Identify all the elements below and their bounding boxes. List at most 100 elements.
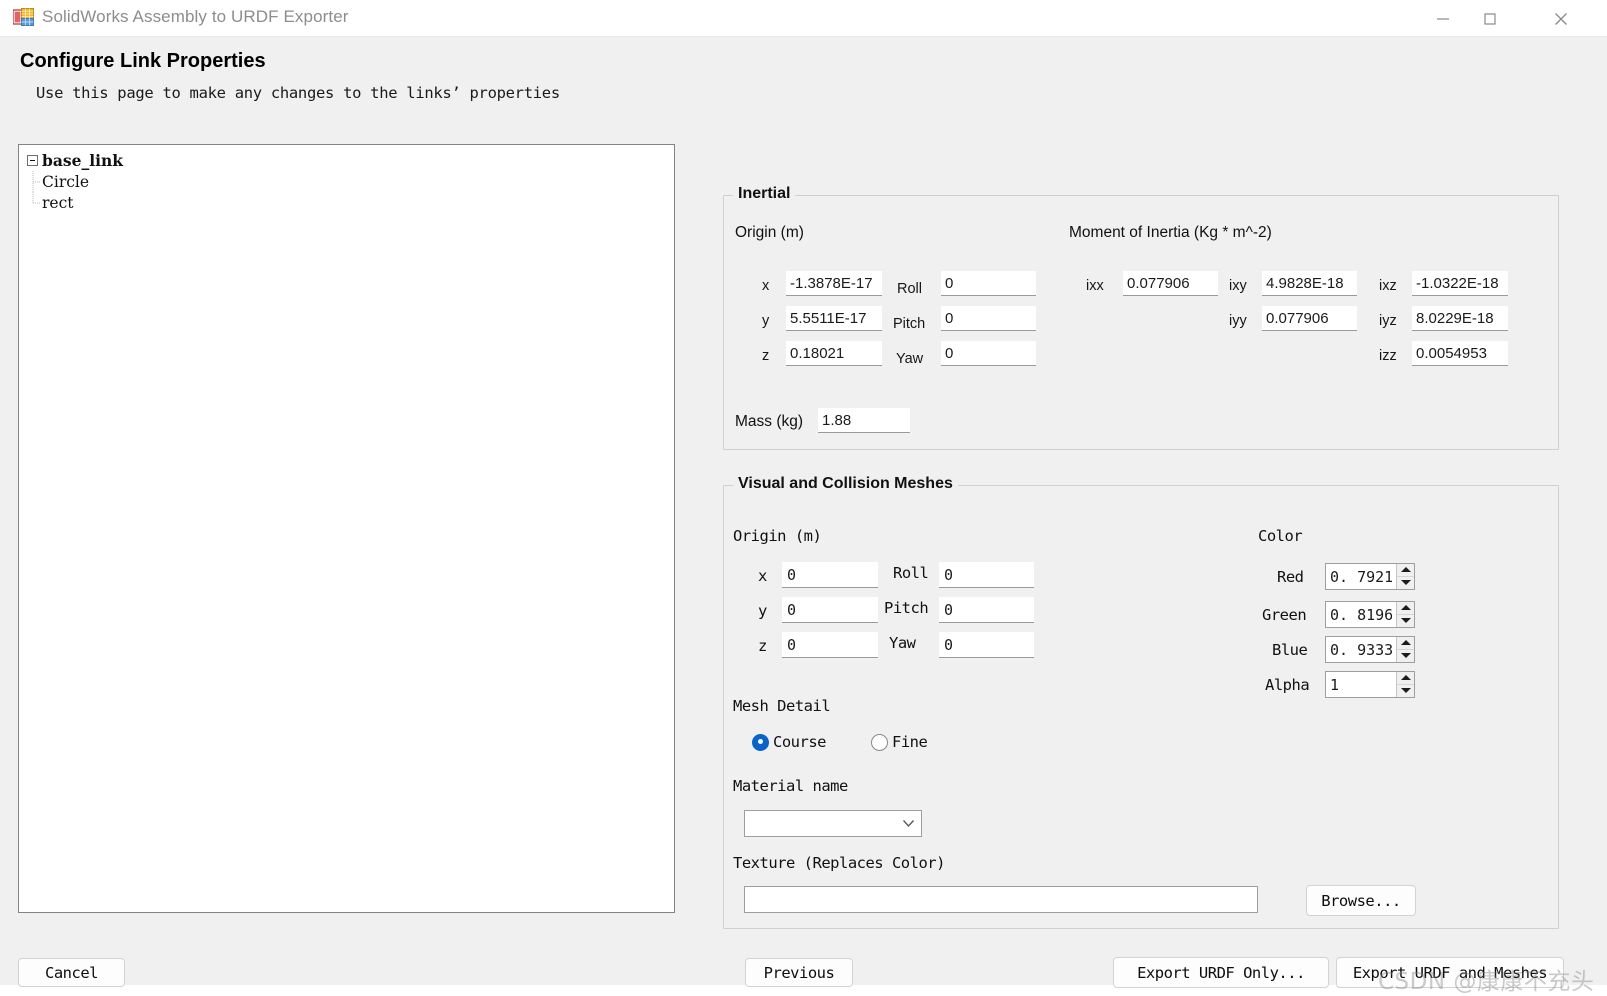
- ixz-input[interactable]: [1412, 271, 1508, 296]
- radio-unselected-icon[interactable]: [871, 733, 888, 751]
- tree-branch-icon: [32, 171, 41, 192]
- mesh-detail-label: Mesh Detail: [733, 697, 831, 715]
- material-name-label: Material name: [733, 777, 848, 795]
- green-label: Green: [1262, 606, 1307, 624]
- izz-label: izz: [1379, 348, 1397, 364]
- previous-button[interactable]: Previous: [745, 958, 853, 987]
- chevron-up-icon: [1400, 675, 1411, 681]
- inertial-pitch-input[interactable]: [941, 306, 1036, 331]
- inertial-origin-label: Origin (m): [735, 224, 804, 241]
- red-spinner-up-button[interactable]: [1397, 564, 1414, 577]
- inertial-x-input[interactable]: [786, 271, 882, 296]
- mesh-detail-course-label: Course: [773, 733, 827, 751]
- mesh-roll-input[interactable]: [939, 562, 1034, 588]
- solidworks-app-icon: [12, 8, 34, 28]
- window-title-text: SolidWorks Assembly to URDF Exporter: [42, 7, 349, 26]
- tree-item-label: rect: [42, 193, 74, 212]
- chevron-down-icon: [1400, 580, 1411, 586]
- mesh-y-label: y: [758, 602, 767, 620]
- alpha-spinner[interactable]: [1325, 671, 1415, 698]
- green-spinner-down-button[interactable]: [1397, 615, 1414, 628]
- minimize-icon: [1437, 17, 1449, 20]
- mass-input[interactable]: [818, 408, 910, 433]
- mesh-detail-radio-course[interactable]: Course: [752, 733, 827, 751]
- close-button[interactable]: [1537, 0, 1585, 37]
- tree-item-base-link[interactable]: base_link: [27, 150, 123, 171]
- green-spinner[interactable]: [1325, 601, 1415, 628]
- mesh-origin-label: Origin (m): [733, 527, 822, 545]
- minimize-button[interactable]: [1419, 0, 1467, 37]
- window-title-bar: SolidWorks Assembly to URDF Exporter: [0, 0, 1607, 37]
- chevron-down-icon: [1400, 688, 1411, 694]
- red-input[interactable]: [1326, 564, 1396, 589]
- blue-spinner-up-button[interactable]: [1397, 637, 1414, 650]
- meshes-group-title: Visual and Collision Meshes: [733, 475, 958, 493]
- inertial-y-label: y: [762, 313, 770, 329]
- inertial-pitch-label: Pitch: [893, 316, 926, 332]
- iyz-input[interactable]: [1412, 306, 1508, 331]
- radio-selected-icon[interactable]: [752, 733, 769, 751]
- blue-input[interactable]: [1326, 637, 1396, 662]
- alpha-input[interactable]: [1326, 672, 1396, 697]
- mesh-detail-radio-fine[interactable]: Fine: [871, 733, 928, 751]
- iyy-label: iyy: [1229, 313, 1247, 329]
- alpha-label: Alpha: [1265, 676, 1310, 694]
- texture-path-input[interactable]: [744, 886, 1258, 913]
- ixx-input[interactable]: [1123, 271, 1218, 296]
- inertial-yaw-label: Yaw: [896, 351, 924, 367]
- blue-spinner[interactable]: [1325, 636, 1415, 663]
- red-spinner[interactable]: [1325, 563, 1415, 590]
- tree-item-rect[interactable]: rect: [27, 192, 123, 213]
- mesh-z-input[interactable]: [782, 632, 878, 658]
- inertial-x-label: x: [762, 278, 770, 294]
- mesh-roll-label: Roll: [893, 564, 929, 582]
- mesh-z-label: z: [758, 637, 767, 655]
- texture-label: Texture (Replaces Color): [733, 854, 945, 872]
- alpha-spinner-down-button[interactable]: [1397, 685, 1414, 698]
- inertial-z-input[interactable]: [786, 341, 882, 366]
- browse-button[interactable]: Browse...: [1306, 885, 1416, 916]
- green-input[interactable]: [1326, 602, 1396, 627]
- inertial-yaw-input[interactable]: [941, 341, 1036, 366]
- color-label: Color: [1258, 527, 1303, 545]
- tree-item-circle[interactable]: Circle: [27, 171, 123, 192]
- inertial-z-label: z: [762, 348, 770, 364]
- inertial-roll-label: Roll: [897, 281, 922, 297]
- mesh-yaw-input[interactable]: [939, 632, 1034, 658]
- maximize-button[interactable]: [1466, 0, 1514, 37]
- export-urdf-only-button[interactable]: Export URDF Only...: [1113, 957, 1329, 988]
- chevron-up-icon: [1400, 567, 1411, 573]
- green-spinner-up-button[interactable]: [1397, 602, 1414, 615]
- tree-branch-icon: [32, 192, 41, 204]
- izz-input[interactable]: [1412, 341, 1508, 366]
- chevron-down-icon: [1400, 653, 1411, 659]
- ixz-label: ixz: [1379, 278, 1397, 294]
- material-name-combobox[interactable]: [744, 810, 922, 837]
- mass-label: Mass (kg): [735, 413, 804, 430]
- inertial-roll-input[interactable]: [941, 271, 1036, 296]
- close-icon: [1555, 12, 1567, 25]
- blue-label: Blue: [1272, 641, 1308, 659]
- blue-spinner-down-button[interactable]: [1397, 650, 1414, 663]
- alpha-spinner-up-button[interactable]: [1397, 672, 1414, 685]
- ixx-label: ixx: [1086, 278, 1104, 294]
- red-spinner-down-button[interactable]: [1397, 577, 1414, 590]
- inertial-y-input[interactable]: [786, 306, 882, 331]
- ixy-input[interactable]: [1262, 271, 1357, 296]
- mesh-pitch-label: Pitch: [884, 599, 929, 617]
- tree-expander-icon[interactable]: [27, 155, 38, 166]
- inertial-group-title: Inertial: [733, 185, 796, 203]
- chevron-down-icon: [1400, 618, 1411, 624]
- maximize-icon: [1484, 12, 1496, 25]
- mesh-x-input[interactable]: [782, 562, 878, 588]
- page-title: Configure Link Properties: [20, 50, 266, 72]
- mesh-pitch-input[interactable]: [939, 597, 1034, 623]
- link-tree-panel[interactable]: base_link Circle rect: [18, 144, 675, 913]
- wizard-page: Configure Link Properties Use this page …: [0, 37, 1607, 995]
- export-urdf-and-meshes-button[interactable]: Export URDF and Meshes: [1336, 957, 1564, 988]
- cancel-button[interactable]: Cancel: [18, 958, 125, 987]
- mesh-y-input[interactable]: [782, 597, 878, 623]
- tree-item-label: base_link: [42, 151, 124, 170]
- iyz-label: iyz: [1379, 313, 1397, 329]
- iyy-input[interactable]: [1262, 306, 1357, 331]
